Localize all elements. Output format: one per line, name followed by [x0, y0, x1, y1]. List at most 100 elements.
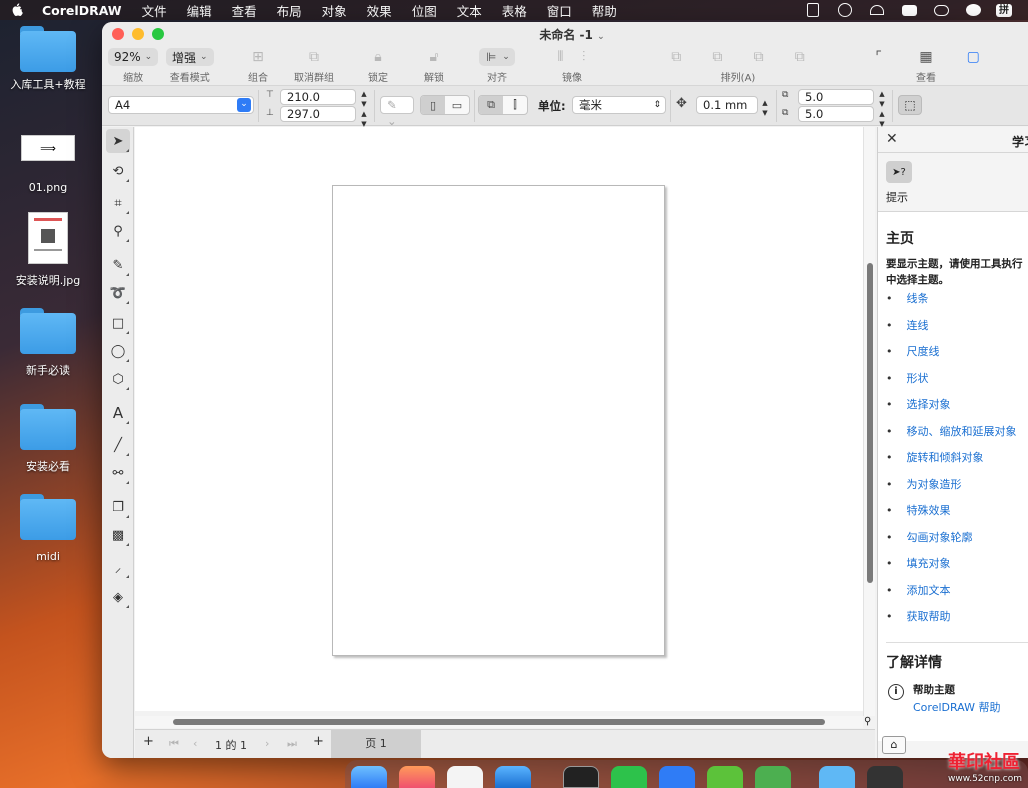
menu-text[interactable]: 文本	[447, 1, 492, 20]
paper-type-dropdown[interactable]: ✎ ⌄	[380, 96, 414, 128]
learn-topic-link[interactable]: • 形状	[886, 370, 929, 386]
wechat-status-icon[interactable]	[964, 3, 982, 17]
drop-shadow-tool[interactable]: ❐	[106, 495, 130, 519]
learn-topic-link[interactable]: • 获取帮助	[886, 608, 951, 624]
menu-table[interactable]: 表格	[492, 1, 537, 20]
lock-button[interactable]: 🔒︎ 锁定	[366, 48, 390, 84]
all-pages-icon[interactable]: ⧉	[479, 96, 503, 114]
terminal-icon[interactable]	[563, 766, 599, 788]
nudge-stepper[interactable]: ▲ ▼	[760, 98, 770, 117]
duplicate-distance-y-field[interactable]: 5.0	[798, 106, 874, 122]
page-width-field[interactable]: 210.0	[280, 89, 356, 105]
page-tab[interactable]: 页 1	[331, 730, 421, 758]
app-store-icon[interactable]	[659, 766, 695, 788]
shape-tool[interactable]: ⟲	[106, 159, 130, 183]
downloads-folder-icon[interactable]	[819, 766, 855, 788]
learn-topic-link[interactable]: • 特殊效果	[886, 502, 951, 518]
guidelines-icon[interactable]: ▢	[963, 48, 983, 66]
numbers-icon[interactable]	[755, 766, 791, 788]
document-title[interactable]: 未命名 -1 ⌄	[102, 26, 1028, 43]
learn-topic-link[interactable]: • 为对象造形	[886, 476, 962, 492]
menu-object[interactable]: 对象	[312, 1, 357, 20]
page-height-field[interactable]: 297.0	[280, 106, 356, 122]
menu-effects[interactable]: 效果	[357, 1, 402, 20]
drawing-canvas[interactable]	[135, 127, 863, 711]
vertical-scrollbar[interactable]	[863, 127, 875, 716]
color-eyedropper-tool[interactable]: ⸝	[106, 555, 130, 579]
orientation-toggle[interactable]: ▯ ▭	[420, 95, 470, 115]
nudge-distance-field[interactable]: 0.1 mm	[696, 96, 758, 114]
apple-icon[interactable]	[12, 3, 26, 17]
desktop-icon-folder[interactable]: 入库工具+教程	[0, 26, 96, 92]
desktop-icon-folder[interactable]: 新手必读	[0, 308, 96, 378]
desktop-icon-folder[interactable]: 安装必看	[0, 404, 96, 474]
interactive-fill-tool[interactable]: ◈	[106, 585, 130, 609]
wechat-icon[interactable]	[611, 766, 647, 788]
last-page-button[interactable]: ⏭	[287, 737, 297, 751]
menu-bitmaps[interactable]: 位图	[402, 1, 447, 20]
add-page-before-button[interactable]: +	[143, 734, 154, 749]
menu-window[interactable]: 窗口	[537, 1, 582, 20]
landscape-icon[interactable]: ▭	[445, 96, 469, 114]
page-size-stepper[interactable]: ▲ ▼ ▲ ▼	[359, 89, 369, 128]
arrange-front-icon[interactable]: ⧉	[666, 48, 686, 66]
coreldraw-dock-icon[interactable]	[707, 766, 743, 788]
horizontal-scrollbar[interactable]	[135, 716, 863, 728]
connector-tool[interactable]: ⚯	[106, 461, 130, 485]
learn-topic-link[interactable]: • 尺度线	[886, 343, 940, 359]
align-dropdown[interactable]: ⊫ ⌄	[479, 48, 515, 66]
group-button[interactable]: ⊞ 组合	[246, 48, 270, 84]
cloud-status-icon[interactable]	[932, 3, 950, 17]
trash-icon[interactable]	[867, 766, 903, 788]
learn-topic-link[interactable]: • 填充对象	[886, 555, 951, 571]
next-page-button[interactable]: ›	[265, 737, 269, 750]
parallel-dimension-tool[interactable]: ╱	[106, 433, 130, 457]
zoom-dropdown[interactable]: 92% ⌄	[108, 48, 159, 66]
duplicate-stepper[interactable]: ▲ ▼ ▲ ▼	[877, 89, 887, 128]
ellipse-tool[interactable]: ◯	[106, 339, 130, 363]
learn-topic-link[interactable]: • 选择对象	[886, 396, 951, 412]
mirror-horizontal-icon[interactable]: ⫴	[550, 48, 570, 66]
scroll-thumb[interactable]	[173, 719, 825, 725]
scroll-thumb[interactable]	[867, 263, 873, 583]
help-topics-link[interactable]: CorelDRAW 帮助	[913, 699, 1000, 715]
menu-file[interactable]: 文件	[132, 1, 177, 20]
home-icon[interactable]: ⌂	[882, 736, 906, 754]
ruler-icon[interactable]: ⌜	[869, 48, 889, 66]
polygon-tool[interactable]: ⬡	[106, 367, 130, 391]
duplicate-distance-x-field[interactable]: 5.0	[798, 89, 874, 105]
arrange-backward-icon[interactable]: ⧉	[749, 48, 769, 66]
arrange-back-icon[interactable]: ⧉	[790, 48, 810, 66]
menu-edit[interactable]: 编辑	[177, 1, 222, 20]
input-method-indicator[interactable]: 拼	[996, 3, 1012, 17]
learn-topic-link[interactable]: • 线条	[886, 290, 929, 306]
unlock-button[interactable]: 🔓︎ 解锁	[422, 48, 446, 84]
cat-status-icon[interactable]	[836, 3, 854, 17]
menu-view[interactable]: 查看	[222, 1, 267, 20]
transparency-tool[interactable]: ▩	[106, 523, 130, 547]
first-page-button[interactable]: ⏮	[169, 737, 179, 751]
launchpad-icon[interactable]	[399, 766, 435, 788]
page-apply-toggle[interactable]: ⧉ ⫿	[478, 95, 528, 115]
units-dropdown[interactable]: 毫米 ⇕	[572, 96, 666, 114]
grid-icon[interactable]: ▦	[916, 48, 936, 66]
menu-app-name[interactable]: CorelDRAW	[36, 3, 132, 18]
photos-icon[interactable]	[447, 766, 483, 788]
learn-topic-link[interactable]: • 连线	[886, 317, 929, 333]
finder-icon[interactable]	[351, 766, 387, 788]
add-page-after-button[interactable]: +	[313, 734, 324, 749]
current-page-icon[interactable]: ⫿	[503, 96, 527, 114]
desktop-icon-image[interactable]: 安装说明.jpg	[0, 212, 96, 288]
mirror-vertical-icon[interactable]: ⫶	[574, 48, 594, 66]
record-icon[interactable]	[804, 3, 822, 17]
chat-status-icon[interactable]	[900, 3, 918, 17]
pick-tool[interactable]: ➤	[106, 129, 130, 153]
menu-layout[interactable]: 布局	[267, 1, 312, 20]
portrait-icon[interactable]: ▯	[421, 96, 445, 114]
network-status-icon[interactable]	[868, 3, 886, 17]
title-bar[interactable]: 未命名 -1 ⌄	[102, 22, 1028, 46]
learn-topic-link[interactable]: • 旋转和倾斜对象	[886, 449, 984, 465]
learn-topic-link[interactable]: • 勾画对象轮廓	[886, 529, 973, 545]
hints-button[interactable]: ➤?	[886, 161, 912, 183]
text-tool[interactable]: A	[106, 401, 130, 425]
